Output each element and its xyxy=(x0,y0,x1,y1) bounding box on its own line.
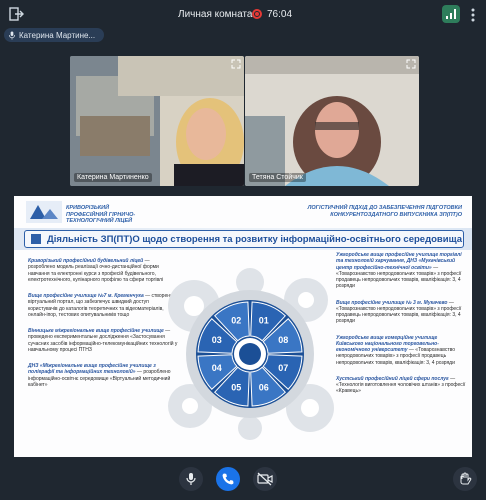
expand-icon[interactable] xyxy=(231,59,241,69)
wheel-number: 06 xyxy=(259,382,269,392)
camera-off-icon xyxy=(257,472,273,486)
list-item: Ужгородське вище професійне училище торг… xyxy=(336,252,462,290)
top-bar: Личная комната 76:04 xyxy=(0,0,486,28)
list-item: Ужгородське вище комерційне училище Київ… xyxy=(336,334,456,366)
bottom-control-bar xyxy=(0,462,486,500)
participant-video xyxy=(245,56,419,186)
list-item: Криворізький професійний будівельний ліц… xyxy=(28,258,164,283)
list-item: Хустський професійний ліцей сфери послуг… xyxy=(336,375,466,395)
more-options-icon[interactable] xyxy=(468,8,478,22)
camera-toggle-button[interactable] xyxy=(179,467,203,491)
gear-diagram: 01 08 07 06 05 04 03 02 xyxy=(164,266,334,441)
wheel-number: 08 xyxy=(278,335,288,345)
wheel-number: 03 xyxy=(212,335,222,345)
wheel-number: 04 xyxy=(212,363,222,373)
participant-name: Катерина Мартиненко xyxy=(74,173,152,182)
slide-org-name: КРИВОРІЗЬКИЙ ПРОФЕСІЙНИЙ ГІРНИЧО-ТЕХНОЛО… xyxy=(66,205,136,225)
slide-right-column: Ужгородське вище професійне училище торг… xyxy=(336,252,466,405)
microphone-icon xyxy=(186,473,196,485)
list-item: Вище професійне училище №7 м. Кременчука… xyxy=(28,293,173,318)
wheel-number: 02 xyxy=(231,316,241,326)
slide-left-column: Криворізький професійний будівельний ліц… xyxy=(28,258,178,398)
raise-hand-button[interactable] xyxy=(453,467,477,491)
slide-title-box: Діяльність ЗП(ПТ)О щодо створення та роз… xyxy=(24,230,464,248)
exit-icon[interactable] xyxy=(8,6,24,22)
current-user-chip[interactable]: Катерина Мартине... xyxy=(4,28,104,42)
expand-icon[interactable] xyxy=(406,59,416,69)
list-item: Вище професійне училище № 3 м. Мукачево … xyxy=(336,299,462,325)
connection-quality-icon[interactable] xyxy=(442,5,460,23)
participant-video xyxy=(70,56,244,186)
slide-title: Діяльність ЗП(ПТ)О щодо створення та роз… xyxy=(47,233,462,245)
call-timer: 76:04 xyxy=(267,9,293,20)
slide-subtitle: ЛОГІСТИЧНИЙ ПІДХІД ДО ЗАБЕЗПЕЧЕННЯ ПІДГО… xyxy=(307,205,462,219)
microphone-icon xyxy=(8,30,16,40)
bullet-square-icon xyxy=(31,234,41,244)
hand-icon xyxy=(460,472,472,485)
end-call-button[interactable] xyxy=(216,467,240,491)
recording-indicator-icon xyxy=(252,9,262,19)
phone-icon xyxy=(222,473,234,485)
participant-name: Тетяна Стойчик xyxy=(249,173,306,182)
video-off-button[interactable] xyxy=(253,467,277,491)
lyceum-logo-icon xyxy=(26,201,62,223)
wheel-number: 05 xyxy=(231,382,241,392)
shared-presentation-slide: КРИВОРІЗЬКИЙ ПРОФЕСІЙНИЙ ГІРНИЧО-ТЕХНОЛО… xyxy=(14,196,472,457)
gear-wheel-icon: 01 08 07 06 05 04 03 02 xyxy=(168,268,334,440)
participant-video-tile[interactable]: Тетяна Стойчик xyxy=(245,56,419,186)
current-user-name: Катерина Мартине... xyxy=(19,30,96,40)
wheel-number: 07 xyxy=(278,363,288,373)
list-item: Вінницьке міжрегіональне вище професійне… xyxy=(28,328,178,353)
list-item: ДНЗ «Міжрегіональне вище професійне учил… xyxy=(28,363,171,388)
room-title: Личная комната xyxy=(178,9,253,20)
wheel-number: 01 xyxy=(259,316,269,326)
participant-video-tile[interactable]: Катерина Мартиненко xyxy=(70,56,244,186)
